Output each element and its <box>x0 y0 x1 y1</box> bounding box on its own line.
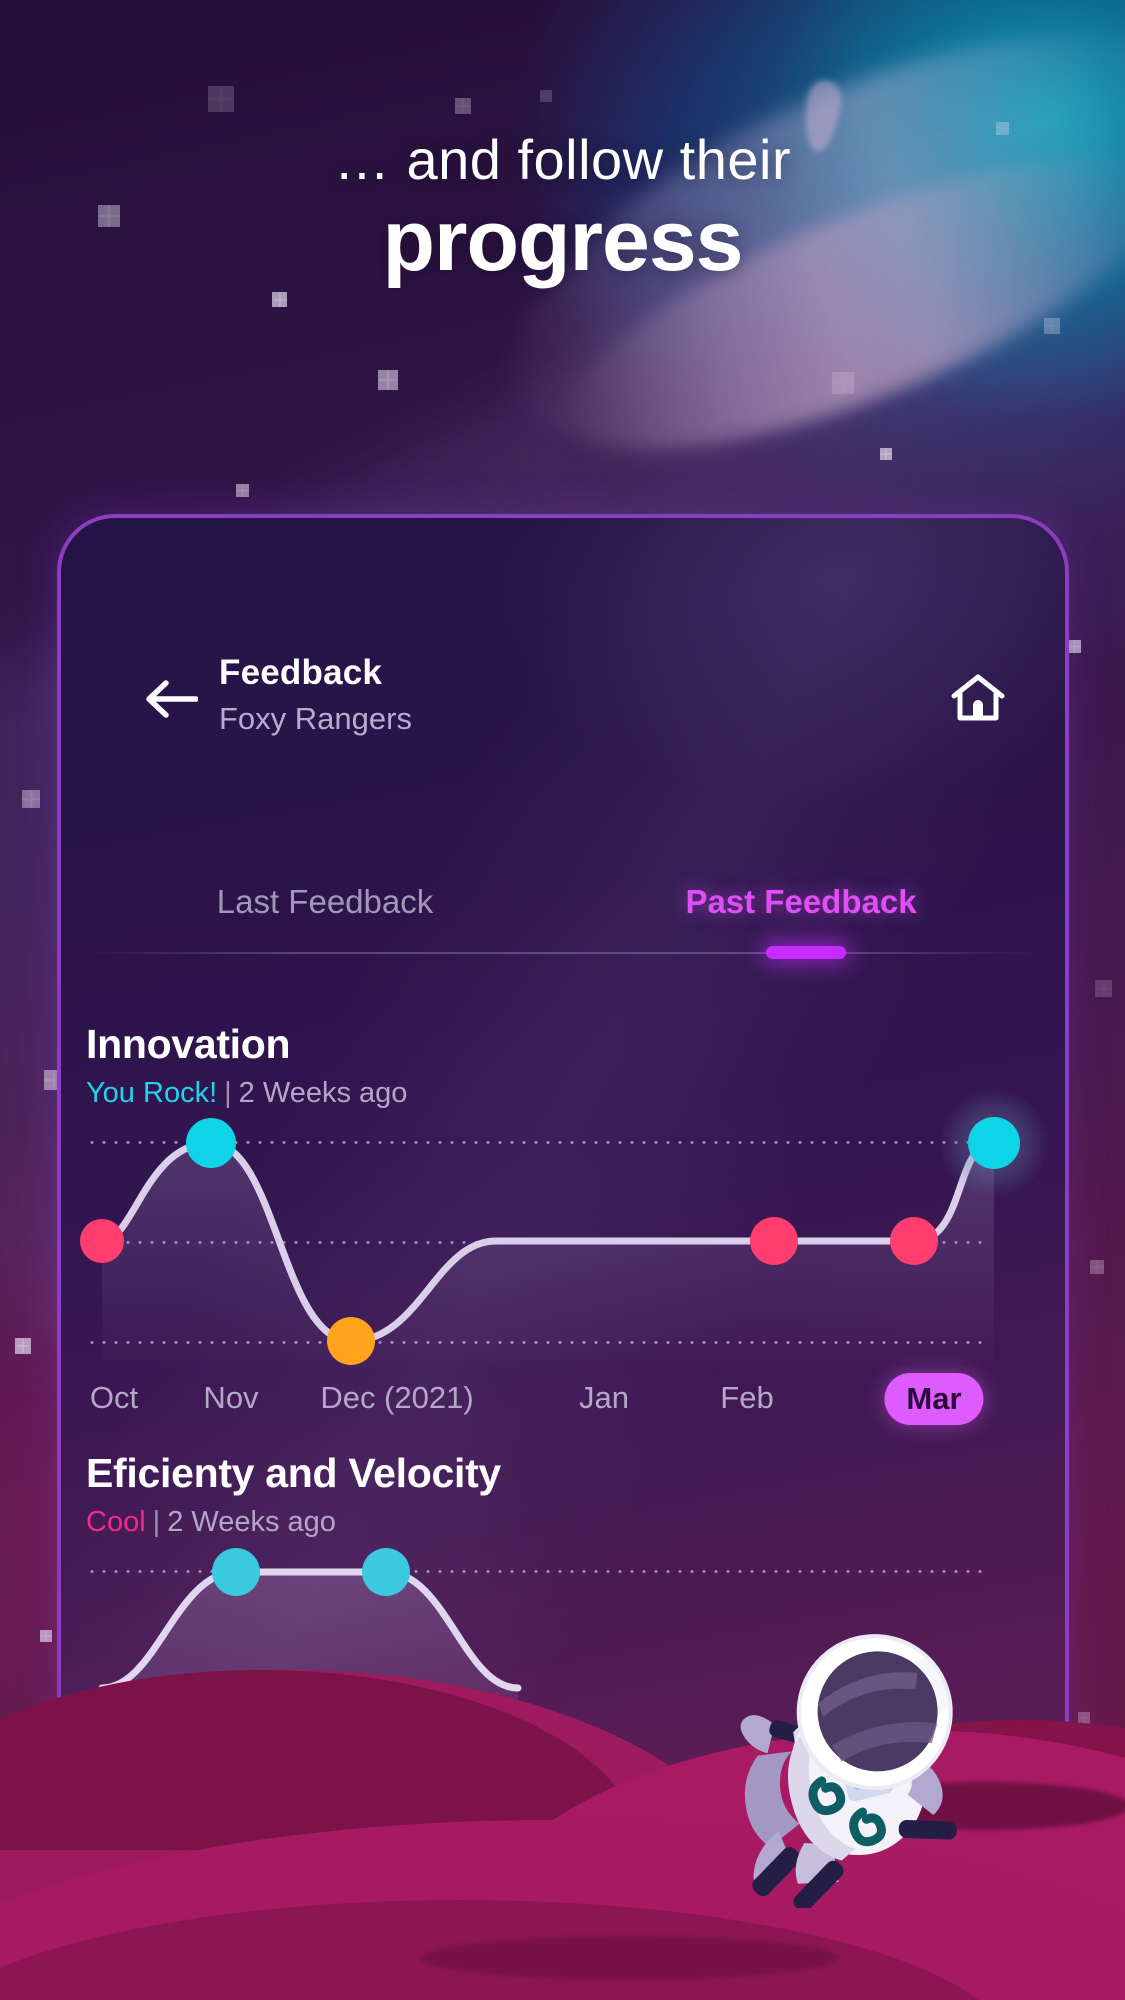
data-point-feb[interactable] <box>890 1217 938 1265</box>
header-text-group: Feedback Foxy Rangers <box>219 652 412 740</box>
star-sparkle <box>1068 640 1081 653</box>
star-sparkle <box>455 98 471 114</box>
star-sparkle <box>1044 318 1060 334</box>
hero-title: … and follow their progress <box>0 128 1125 289</box>
data-point-nov[interactable] <box>186 1118 236 1168</box>
team-name: Foxy Rangers <box>219 701 412 737</box>
home-icon[interactable] <box>950 672 1006 724</box>
card-title: Innovation <box>86 1021 291 1067</box>
data-point-oct[interactable] <box>80 1219 124 1263</box>
tab-divider <box>87 952 1039 954</box>
data-point-mar[interactable] <box>968 1117 1020 1169</box>
tab-active-indicator <box>766 946 846 959</box>
xlabel-jan[interactable]: Jan <box>579 1373 629 1423</box>
card-meta-separator: | <box>224 1077 232 1109</box>
chart-area-fill <box>102 1143 994 1361</box>
card-rating: You Rock! <box>86 1077 218 1109</box>
card-meta: You Rock! | 2 Weeks ago <box>61 1077 1065 1110</box>
data-point-jan[interactable] <box>750 1217 798 1265</box>
star-sparkle <box>15 1338 31 1354</box>
hero-title-line1: … and follow their <box>333 128 792 191</box>
card-title: Eficienty and Velocity <box>86 1450 501 1496</box>
innovation-chart-svg <box>98 1139 998 1361</box>
feedback-card-efficiency[interactable]: Eficienty and Velocity Cool | 2 Weeks ago <box>61 1450 1065 1790</box>
card-meta-separator: | <box>152 1506 161 1538</box>
tab-last-feedback[interactable]: Last Feedback <box>87 876 563 928</box>
data-point-2[interactable] <box>362 1548 410 1596</box>
xlabel-dec[interactable]: Dec (2021) <box>320 1373 473 1423</box>
astronaut-illustration <box>690 1618 990 1912</box>
data-point-1[interactable] <box>212 1548 260 1596</box>
surface-crater-3 <box>420 1936 840 1980</box>
card-meta: Cool | 2 Weeks ago <box>61 1506 1065 1539</box>
xlabel-feb[interactable]: Feb <box>720 1373 773 1423</box>
feedback-card-innovation[interactable]: Innovation You Rock! | 2 Weeks ago Oct N… <box>61 1021 1065 1425</box>
hero-title-line2: progress <box>382 193 743 289</box>
xlabel-mar[interactable]: Mar <box>884 1373 984 1425</box>
xlabel-oct[interactable]: Oct <box>90 1373 138 1423</box>
card-rating: Cool <box>86 1506 146 1538</box>
innovation-chart <box>80 1089 1048 1365</box>
arrow-left-icon[interactable] <box>144 676 199 722</box>
card-time: 2 Weeks ago <box>238 1077 408 1109</box>
star-sparkle <box>1095 980 1112 997</box>
data-point-dec[interactable] <box>327 1317 375 1365</box>
star-sparkle <box>236 484 249 497</box>
card-time: 2 Weeks ago <box>167 1506 336 1538</box>
feedback-tabs: Last Feedback Past Feedback <box>87 876 1039 966</box>
star-sparkle <box>540 90 552 102</box>
star-sparkle <box>208 86 234 112</box>
page-title: Feedback <box>219 653 383 692</box>
star-sparkle <box>40 1630 52 1642</box>
star-sparkle <box>378 370 398 390</box>
innovation-chart-xaxis: Oct Nov Dec (2021) Jan Feb Mar <box>86 1373 986 1433</box>
star-sparkle <box>1090 1260 1104 1274</box>
xlabel-nov[interactable]: Nov <box>203 1373 258 1423</box>
star-sparkle <box>272 292 287 307</box>
app-header: Feedback Foxy Rangers <box>61 652 1065 762</box>
tab-past-feedback[interactable]: Past Feedback <box>563 876 1039 928</box>
